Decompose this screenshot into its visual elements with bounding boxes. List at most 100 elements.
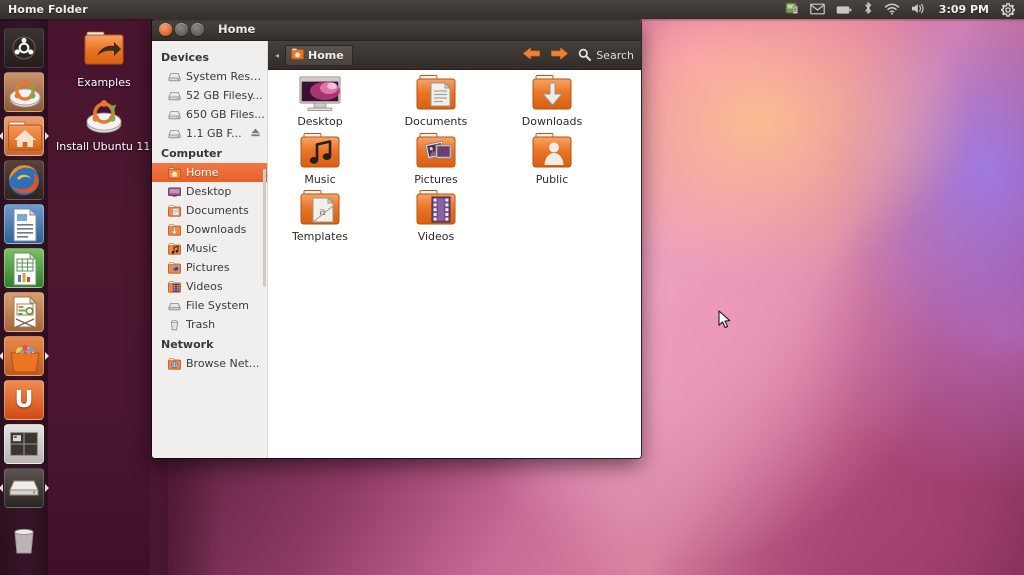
sidebar-item-music[interactable]: Music	[152, 239, 267, 258]
sidebar-item-home[interactable]: Home	[152, 163, 267, 182]
bluetooth-icon[interactable]	[858, 0, 878, 19]
sidebar-item-file-system[interactable]: File System	[152, 296, 267, 315]
panel-clock[interactable]: 3:09 PM	[933, 0, 995, 19]
sidebar-item-label: Downloads	[186, 223, 247, 236]
search-label: Search	[596, 48, 634, 62]
libreoffice-impress-button[interactable]	[4, 292, 44, 332]
software-icon	[4, 336, 44, 376]
volume-icon[interactable]	[906, 0, 932, 19]
sidebar-item-label: 52 GB Filesy...	[186, 89, 263, 102]
close-icon[interactable]	[159, 22, 172, 36]
file-item-pictures[interactable]: Pictures	[390, 130, 482, 186]
eject-icon[interactable]	[250, 127, 261, 141]
ubuntu-one-button[interactable]: U	[4, 380, 44, 420]
breadcrumb-current-label: Home	[308, 48, 344, 62]
file-item-music[interactable]: Music	[274, 130, 366, 186]
sidebar-item-label: Browse Net...	[186, 357, 260, 370]
drive-icon	[168, 71, 181, 83]
sidebar-item-pictures[interactable]: Pictures	[152, 258, 267, 277]
window-title: Home	[218, 22, 256, 36]
libreoffice-calc-button[interactable]	[4, 248, 44, 288]
minimize-icon[interactable]	[175, 22, 188, 36]
ubuntu-one-installer-button[interactable]	[4, 72, 44, 112]
trash-button[interactable]	[4, 520, 44, 560]
sidebar-item-trash[interactable]: Trash	[152, 315, 267, 334]
messaging-envelope-icon[interactable]	[805, 0, 830, 19]
window-titlebar[interactable]: Home	[152, 18, 641, 41]
breadcrumb-prev-icon[interactable]: ◂	[275, 51, 279, 60]
installer-icon	[4, 72, 44, 112]
sidebar-item-system-rese[interactable]: System Rese...	[152, 67, 267, 86]
home-folder-button[interactable]	[4, 116, 44, 156]
sidebar-item-650-gb-files[interactable]: 650 GB Files...	[152, 105, 267, 124]
home-icon	[4, 116, 44, 156]
battery-icon[interactable]	[831, 0, 857, 19]
dash-home-button[interactable]	[4, 28, 44, 68]
sidebar-item-videos[interactable]: Videos	[152, 277, 267, 296]
gear-power-icon[interactable]	[996, 0, 1020, 19]
file-item-label: Pictures	[414, 173, 458, 186]
documents-icon	[390, 72, 482, 112]
main-pane: ◂ Home Search Desktop Documents Download…	[268, 41, 641, 458]
music-folder-icon	[168, 242, 181, 255]
window-body: Devices System Rese... 52 GB Filesy... 6…	[152, 41, 641, 458]
desktop-icon-examples[interactable]: Examples	[56, 30, 152, 89]
writer-icon	[4, 204, 44, 244]
file-item-label: Downloads	[521, 115, 583, 128]
pictures-icon	[390, 130, 482, 170]
workspace-icon	[4, 424, 44, 464]
file-system-icon	[168, 300, 181, 312]
drive-icon	[168, 90, 181, 102]
battery-glyph	[836, 0, 852, 19]
file-item-downloads[interactable]: Downloads	[506, 72, 598, 128]
workspace-switcher-button[interactable]	[4, 424, 44, 464]
drive-icon	[168, 128, 181, 140]
sidebar-item-documents[interactable]: Documents	[152, 201, 267, 220]
sidebar-header-network: Network	[161, 338, 214, 351]
volume-glyph	[911, 0, 927, 19]
sidebar-item-label: Music	[186, 242, 218, 255]
desktop-icon-install-ubuntu[interactable]: Install Ubuntu 11.10	[56, 94, 152, 153]
update-manager-icon[interactable]	[780, 0, 804, 19]
panel-window-title: Home Folder	[8, 3, 88, 16]
sidebar-item-52-gb-filesy[interactable]: 52 GB Filesy...	[152, 86, 267, 105]
home-folder-icon	[291, 47, 305, 63]
sidebar-item-downloads[interactable]: Downloads	[152, 220, 267, 239]
libreoffice-writer-button[interactable]	[4, 204, 44, 244]
file-item-templates[interactable]: a Templates	[274, 187, 366, 243]
file-item-videos[interactable]: Videos	[390, 187, 482, 243]
wifi-icon[interactable]	[879, 0, 905, 19]
wifi-glyph	[884, 0, 900, 19]
sidebar-item-browse-net[interactable]: Browse Net...	[152, 354, 267, 373]
indicator-area: 3:09 PM	[780, 0, 1024, 19]
ubuntu-software-center-button[interactable]	[4, 336, 44, 376]
sidebar-item-1-1-gb-f[interactable]: 1.1 GB F...	[152, 124, 267, 143]
network-folder-icon	[168, 357, 181, 370]
search-button[interactable]: Search	[578, 46, 634, 65]
window-toolbar: ◂ Home Search	[268, 41, 641, 70]
calc-icon	[4, 248, 44, 288]
maximize-icon[interactable]	[191, 22, 204, 36]
sidebar-scrollbar[interactable]	[263, 169, 266, 287]
update-glyph	[785, 0, 799, 19]
mounted-drive-button[interactable]	[4, 468, 44, 508]
forward-arrow-icon[interactable]	[550, 47, 569, 63]
breadcrumb-home-button[interactable]: Home	[285, 44, 353, 66]
file-item-documents[interactable]: Documents	[390, 72, 482, 128]
back-arrow-icon[interactable]	[522, 47, 541, 63]
desktop-screen: Home Folder 3:09 PM U Examples Install U…	[0, 0, 1024, 575]
folder-link-icon	[56, 30, 152, 74]
toolbar-right-group: Search	[522, 46, 634, 65]
sidebar-item-label: 650 GB Files...	[186, 108, 265, 121]
trash-icon	[4, 520, 44, 560]
firefox-button[interactable]	[4, 160, 44, 200]
file-item-desktop[interactable]: Desktop	[274, 72, 366, 128]
templates-icon: a	[274, 187, 366, 227]
sidebar-item-label: Trash	[186, 318, 216, 331]
file-item-label: Desktop	[297, 115, 343, 128]
file-icon-view[interactable]: Desktop Documents Downloads Music Pictur…	[268, 70, 641, 458]
desktop-icon	[168, 186, 181, 198]
unity-launcher: U	[0, 19, 48, 575]
sidebar-item-desktop[interactable]: Desktop	[152, 182, 267, 201]
file-item-public[interactable]: Public	[506, 130, 598, 186]
